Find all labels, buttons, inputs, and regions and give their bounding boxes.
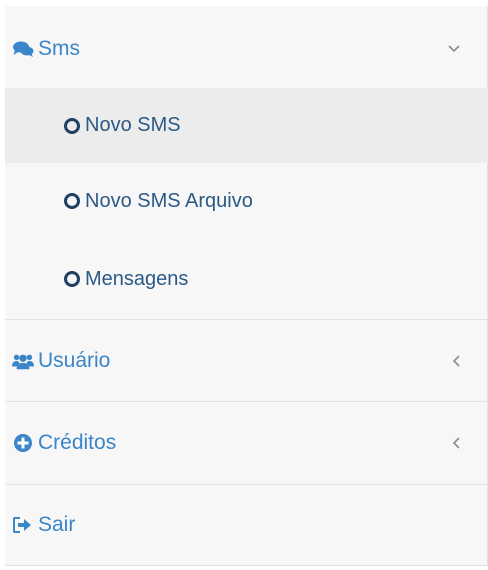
sidebar-menu: Sms Novo SMS Novo SMS Arquivo Mensagens: [5, 6, 488, 566]
sidebar-item-creditos[interactable]: Créditos: [5, 402, 488, 484]
plus-circle-icon: [12, 432, 34, 454]
circle-icon: [64, 271, 80, 287]
submenu-item-novo-sms[interactable]: Novo SMS: [5, 88, 488, 163]
sidebar-item-creditos-label: Créditos: [38, 431, 117, 454]
submenu-item-label: Novo SMS Arquivo: [85, 189, 253, 212]
sign-out-icon: [12, 514, 34, 536]
chevron-down-icon[interactable]: [448, 45, 460, 53]
sidebar-item-sair[interactable]: Sair: [5, 485, 488, 565]
submenu-item-novo-sms-arquivo[interactable]: Novo SMS Arquivo: [5, 163, 488, 239]
chevron-left-icon[interactable]: [452, 354, 460, 367]
sidebar-item-sms[interactable]: Sms: [5, 24, 488, 74]
comments-icon: [12, 38, 34, 60]
submenu-item-label: Novo SMS: [85, 114, 181, 136]
sidebar-item-sair-label: Sair: [38, 513, 76, 536]
users-icon: [12, 350, 34, 372]
divider: [5, 565, 488, 566]
circle-icon: [64, 193, 80, 209]
circle-icon: [64, 117, 80, 134]
sidebar-item-sms-label: Sms: [38, 37, 80, 60]
chevron-left-icon[interactable]: [452, 437, 460, 449]
submenu-item-mensagens[interactable]: Mensagens: [5, 239, 488, 319]
sidebar-item-usuario-label: Usuário: [38, 348, 111, 372]
submenu-item-label: Mensagens: [85, 267, 189, 290]
sidebar-item-usuario[interactable]: Usuário: [5, 320, 488, 401]
